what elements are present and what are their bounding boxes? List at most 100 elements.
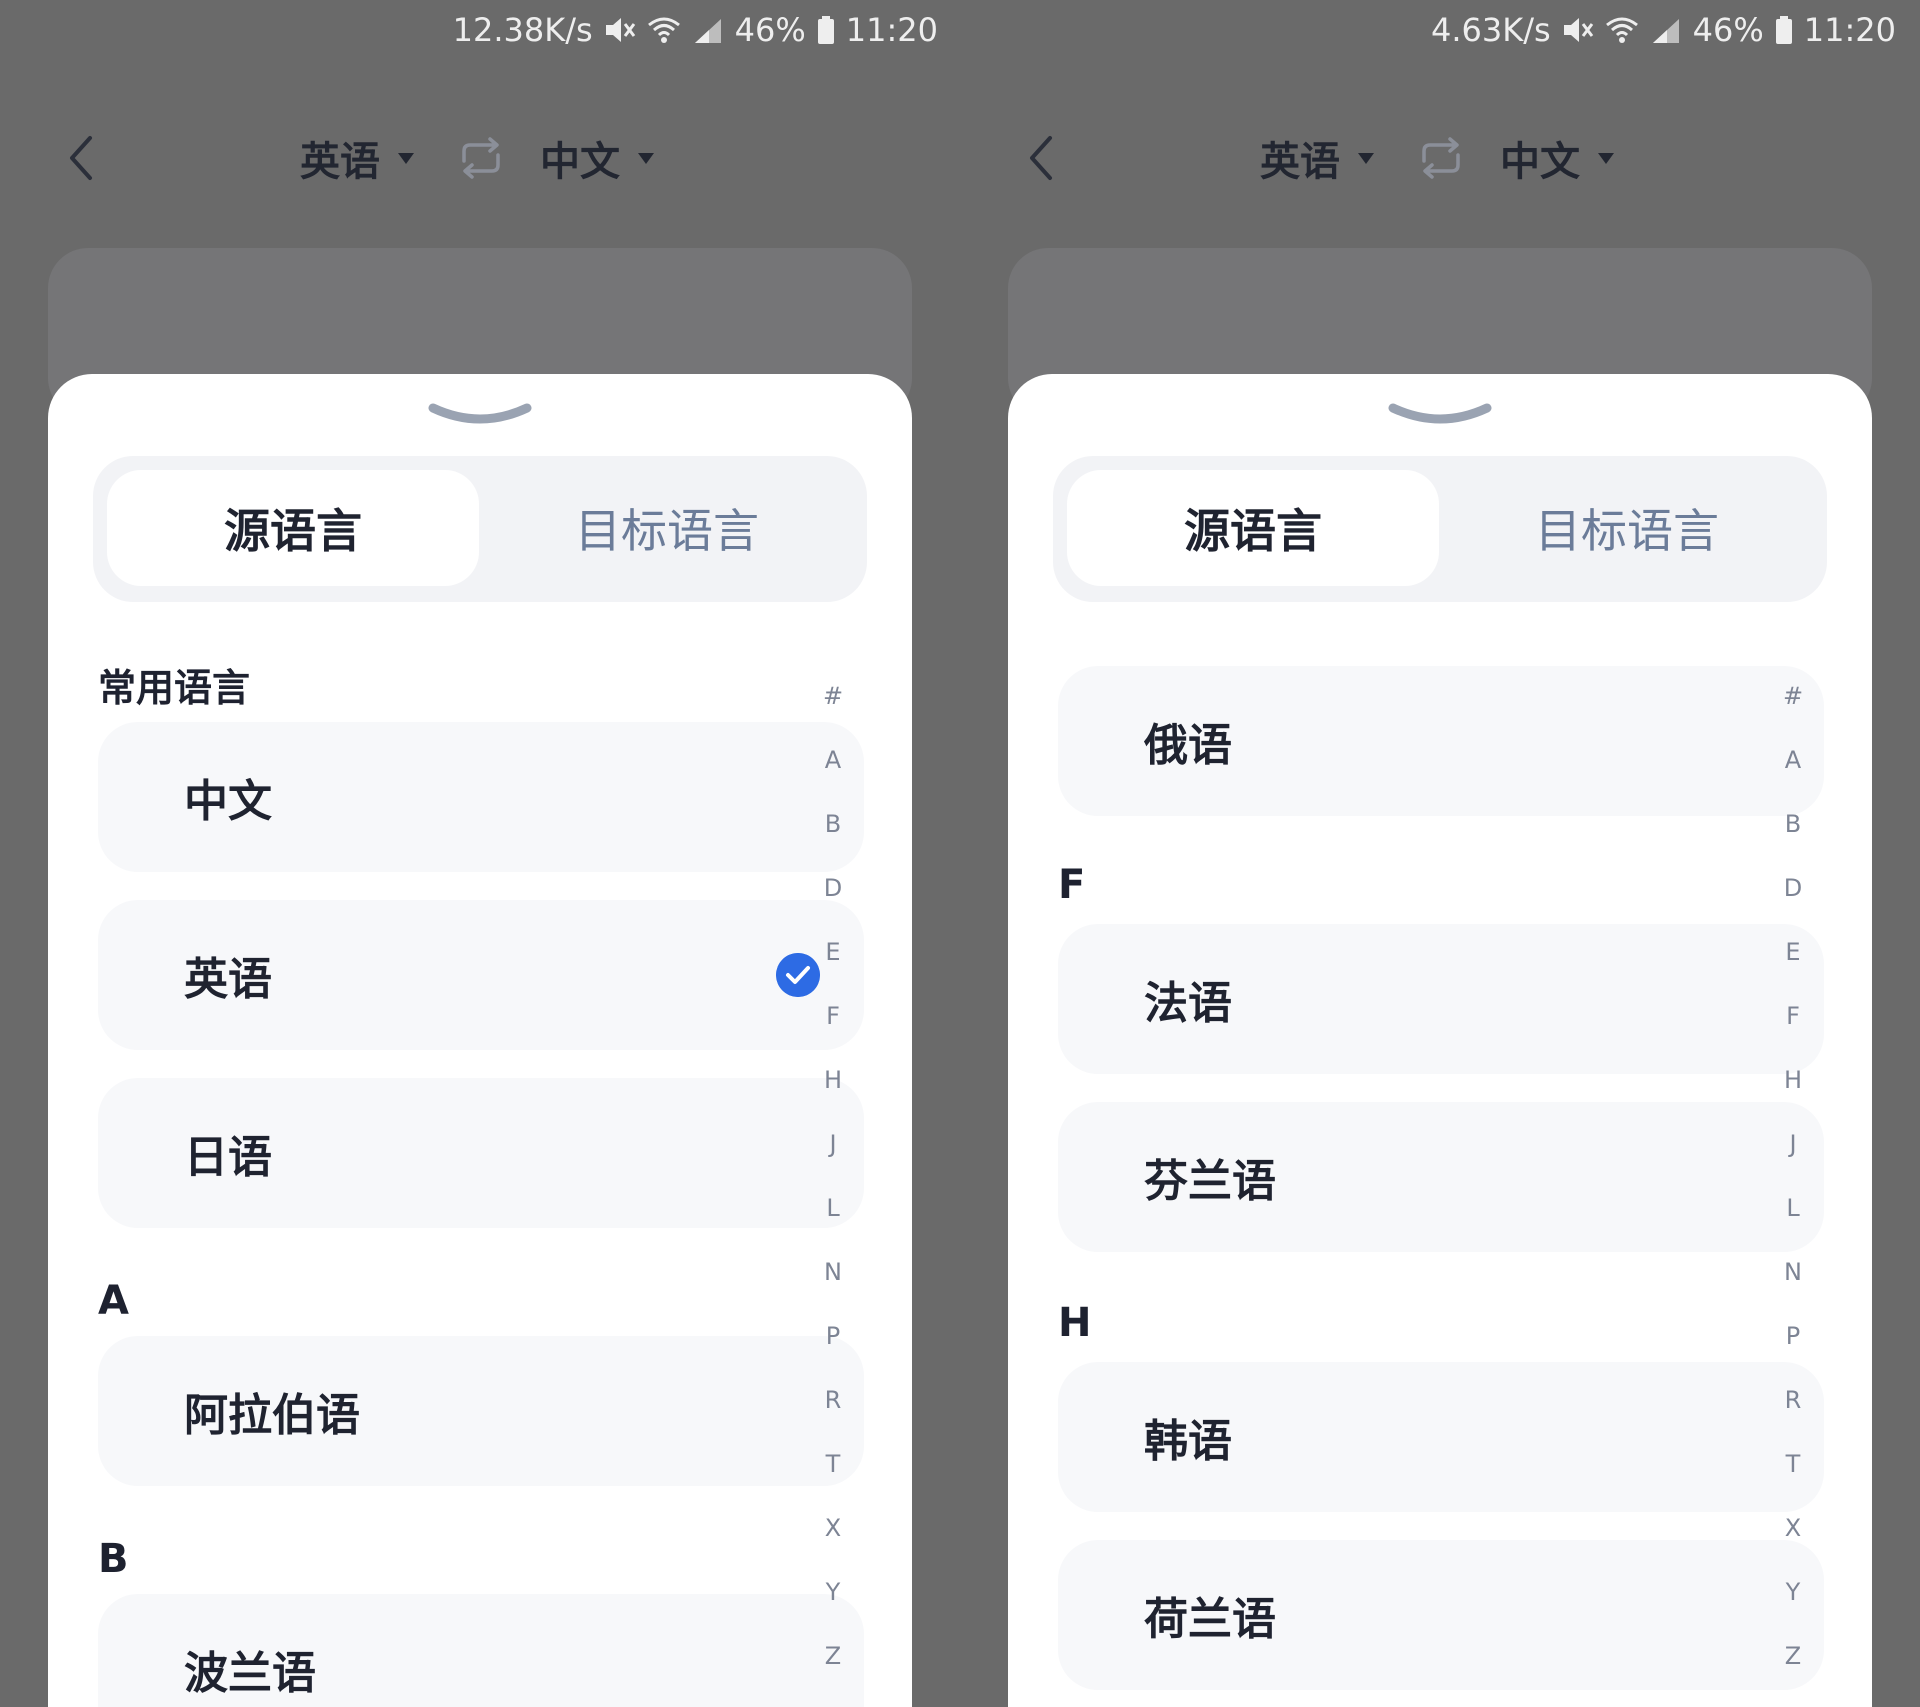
- language-label: 韩语: [1144, 1416, 1232, 1467]
- section-title-common: 常用语言: [98, 666, 251, 710]
- index-letter[interactable]: J: [818, 1130, 848, 1158]
- status-bar: 4.63K/s 46% 11:20: [1431, 8, 1896, 52]
- tab-source-language[interactable]: 源语言: [107, 470, 479, 586]
- target-language-select[interactable]: 中文: [540, 118, 654, 198]
- mute-icon: [605, 18, 635, 42]
- language-picker-sheet: 源语言 目标语言 常用语言 中文 英语 日语 A 阿拉伯语 B 波兰语: [48, 374, 912, 1707]
- toolbar: 英语 中文: [0, 118, 960, 198]
- wifi-icon: [1605, 17, 1638, 43]
- language-label: 荷兰语: [1144, 1594, 1276, 1645]
- index-letter[interactable]: T: [1778, 1450, 1808, 1478]
- index-letter[interactable]: X: [1778, 1514, 1808, 1542]
- language-item[interactable]: 英语: [98, 900, 864, 1050]
- language-item[interactable]: 中文: [98, 722, 864, 872]
- left-screen: 12.38K/s 46% 11:20 英语 中文 源语言 目标语言 常用语言 中…: [0, 0, 960, 1707]
- index-letter[interactable]: P: [818, 1322, 848, 1350]
- section-letter: H: [1058, 1300, 1092, 1346]
- language-label: 波兰语: [184, 1648, 316, 1699]
- language-item[interactable]: 日语: [98, 1078, 864, 1228]
- caret-down-icon: [398, 152, 414, 164]
- sheet-handle-icon[interactable]: [1387, 396, 1493, 430]
- index-letter[interactable]: X: [818, 1514, 848, 1542]
- language-item[interactable]: 阿拉伯语: [98, 1336, 864, 1486]
- index-letter[interactable]: L: [1778, 1194, 1808, 1222]
- section-letter: A: [98, 1278, 129, 1324]
- language-item[interactable]: 韩语: [1058, 1362, 1824, 1512]
- sheet-handle-icon[interactable]: [427, 396, 533, 430]
- battery-percent: 46%: [734, 11, 806, 49]
- section-letter: B: [98, 1536, 129, 1582]
- tab-target-language[interactable]: 目标语言: [481, 470, 853, 586]
- index-letter[interactable]: E: [818, 938, 848, 966]
- language-label: 中文: [184, 776, 272, 827]
- index-letter[interactable]: D: [1778, 874, 1808, 902]
- index-letter[interactable]: B: [818, 810, 848, 838]
- source-language-label: 英语: [1260, 139, 1340, 185]
- index-letter[interactable]: P: [1778, 1322, 1808, 1350]
- index-letter[interactable]: N: [1778, 1258, 1808, 1286]
- chevron-left-icon[interactable]: [1022, 132, 1062, 184]
- language-label: 法语: [1144, 978, 1232, 1029]
- target-language-label: 中文: [1500, 139, 1580, 185]
- language-item[interactable]: 荷兰语: [1058, 1540, 1824, 1690]
- index-letter[interactable]: A: [1778, 746, 1808, 774]
- network-speed: 4.63K/s: [1430, 11, 1551, 49]
- status-bar: 12.38K/s 46% 11:20: [453, 8, 938, 52]
- index-letter[interactable]: Z: [818, 1642, 848, 1670]
- check-circle-icon: [776, 953, 820, 997]
- index-letter[interactable]: F: [818, 1002, 848, 1030]
- language-tabs: 源语言 目标语言: [93, 456, 867, 602]
- chevron-left-icon[interactable]: [62, 132, 102, 184]
- index-letter[interactable]: N: [818, 1258, 848, 1286]
- index-letter[interactable]: B: [1778, 810, 1808, 838]
- target-language-select[interactable]: 中文: [1500, 118, 1614, 198]
- index-letter[interactable]: Z: [1778, 1642, 1808, 1670]
- caret-down-icon: [638, 152, 654, 164]
- language-label: 芬兰语: [1144, 1156, 1276, 1207]
- language-label: 俄语: [1144, 720, 1232, 771]
- index-letter[interactable]: A: [818, 746, 848, 774]
- caret-down-icon: [1358, 152, 1374, 164]
- index-letter[interactable]: H: [1778, 1066, 1808, 1094]
- battery-icon: [817, 16, 834, 44]
- index-letter[interactable]: H: [818, 1066, 848, 1094]
- index-letter[interactable]: Y: [1778, 1578, 1808, 1606]
- source-language-select[interactable]: 英语: [300, 118, 414, 198]
- index-letter[interactable]: J: [1778, 1130, 1808, 1158]
- tab-source-language[interactable]: 源语言: [1067, 470, 1439, 586]
- clock: 11:20: [845, 11, 938, 49]
- index-letter[interactable]: F: [1778, 1002, 1808, 1030]
- signal-icon: [1652, 19, 1679, 43]
- language-label: 阿拉伯语: [184, 1390, 360, 1441]
- swap-icon[interactable]: [1416, 135, 1466, 181]
- index-letter[interactable]: T: [818, 1450, 848, 1478]
- language-item[interactable]: 波兰语: [98, 1594, 864, 1707]
- swap-icon[interactable]: [456, 135, 506, 181]
- source-language-select[interactable]: 英语: [1260, 118, 1374, 198]
- language-item[interactable]: 法语: [1058, 924, 1824, 1074]
- signal-icon: [694, 19, 721, 43]
- language-item[interactable]: 芬兰语: [1058, 1102, 1824, 1252]
- language-picker-sheet: 源语言 目标语言 俄语 F 法语 芬兰语 H 韩语 荷兰语: [1008, 374, 1872, 1707]
- index-letter[interactable]: D: [818, 874, 848, 902]
- wifi-icon: [647, 17, 680, 43]
- battery-percent: 46%: [1692, 11, 1764, 49]
- index-letter[interactable]: R: [818, 1386, 848, 1414]
- clock: 11:20: [1803, 11, 1896, 49]
- index-letter[interactable]: E: [1778, 938, 1808, 966]
- network-speed: 12.38K/s: [452, 11, 593, 49]
- language-tabs: 源语言 目标语言: [1053, 456, 1827, 602]
- right-screen: 4.63K/s 46% 11:20 英语 中文 源语言 目标语言 俄语 F 法语…: [960, 0, 1920, 1707]
- index-letter[interactable]: #: [1778, 682, 1808, 710]
- tab-target-language[interactable]: 目标语言: [1441, 470, 1813, 586]
- index-letter[interactable]: R: [1778, 1386, 1808, 1414]
- index-letter[interactable]: #: [818, 682, 848, 710]
- mute-icon: [1563, 18, 1593, 42]
- index-letter[interactable]: L: [818, 1194, 848, 1222]
- index-letter[interactable]: Y: [818, 1578, 848, 1606]
- language-label: 英语: [184, 954, 272, 1005]
- toolbar: 英语 中文: [960, 118, 1920, 198]
- source-language-label: 英语: [300, 139, 380, 185]
- language-label: 日语: [184, 1132, 272, 1183]
- language-item[interactable]: 俄语: [1058, 666, 1824, 816]
